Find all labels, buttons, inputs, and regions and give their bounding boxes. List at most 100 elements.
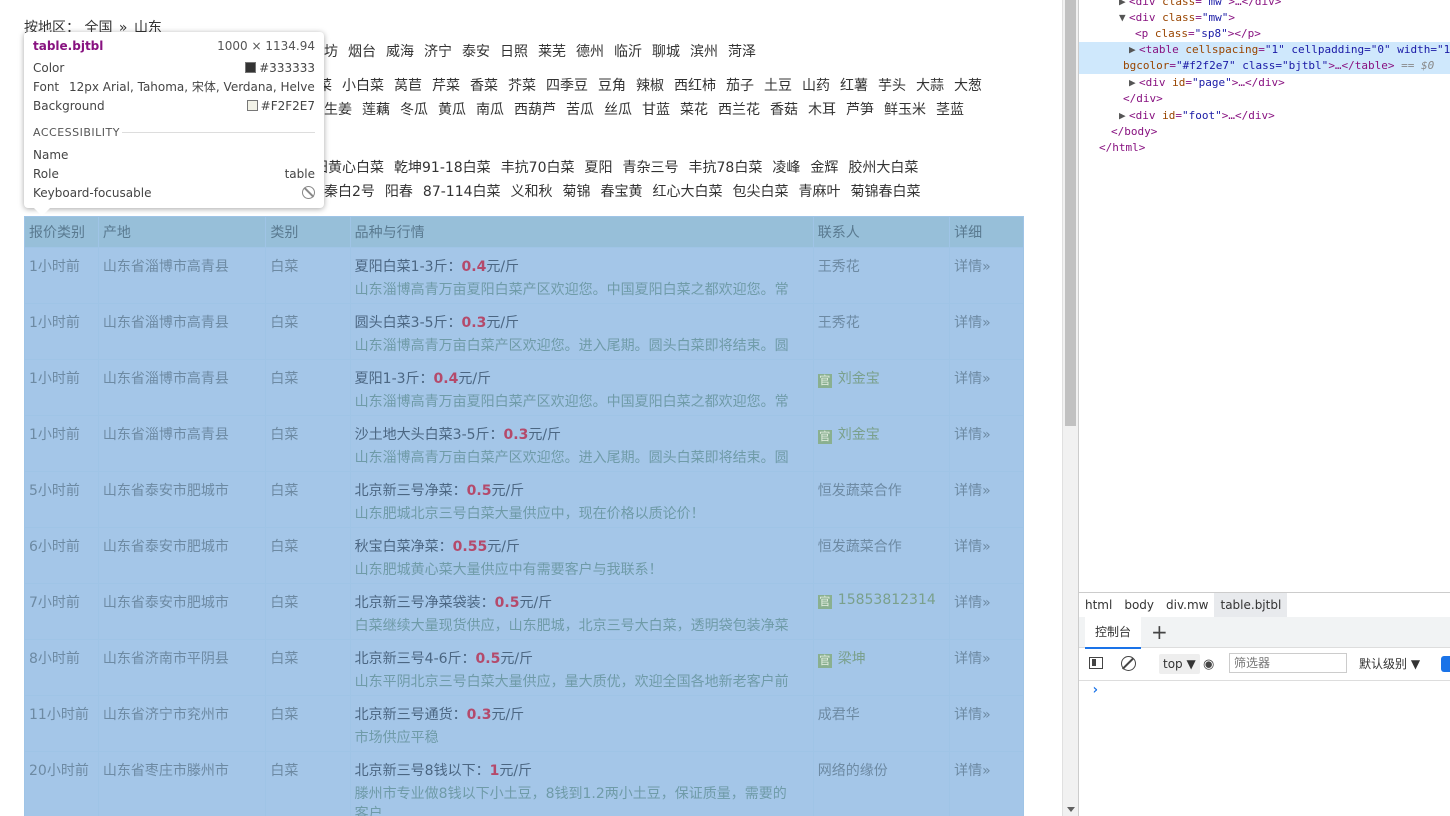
variety-name[interactable]: 北京新三号8钱以下：: [355, 763, 490, 779]
variety-link[interactable]: 夏阳: [585, 160, 613, 176]
vegetable-link[interactable]: 芹菜: [432, 78, 460, 94]
vegetable-link[interactable]: 豆角: [598, 78, 626, 94]
scrollbar-thumb[interactable]: [1065, 0, 1076, 426]
variety-description[interactable]: 滕州市专业做8钱以下小土豆，8钱到1.2两小土豆，保证质量，需要的客户: [355, 783, 791, 816]
contact-name[interactable]: 15853812314: [838, 592, 936, 608]
variety-title[interactable]: 圆头白菜3-5斤：0.3元/斤: [355, 312, 809, 332]
log-levels-dropdown[interactable]: 默认级别 ▼: [1359, 654, 1420, 674]
vegetable-link[interactable]: 西兰花: [718, 102, 760, 118]
variety-description[interactable]: 市场供应平稳: [355, 727, 791, 747]
console-prompt-icon[interactable]: ›: [1091, 682, 1099, 698]
detail-link[interactable]: 详情»: [954, 651, 991, 667]
expand-triangle-icon[interactable]: ▶: [1119, 108, 1129, 124]
city-link[interactable]: 滨州: [690, 44, 718, 60]
vegetable-link[interactable]: 莲藕: [362, 102, 390, 118]
variety-name[interactable]: 沙土地大头白菜3-5斤：: [355, 427, 504, 443]
variety-link[interactable]: 菊锦春白菜: [851, 184, 921, 200]
dom-node-line[interactable]: </div>: [1079, 91, 1450, 107]
vegetable-link[interactable]: 土豆: [764, 78, 792, 94]
scroll-down-arrow-icon[interactable]: [1067, 807, 1075, 812]
variety-description[interactable]: 山东肥城北京三号白菜大量供应中，现在价格以质论价！: [355, 503, 791, 523]
detail-link[interactable]: 详情»: [954, 707, 991, 723]
detail-link[interactable]: 详情»: [954, 315, 991, 331]
variety-name[interactable]: 夏阳白菜1-3斤：: [355, 259, 462, 275]
issues-icon[interactable]: [1441, 656, 1450, 672]
variety-title[interactable]: 北京新三号4-6斤：0.5元/斤: [355, 648, 809, 668]
dom-node-line[interactable]: ▶ <div id="page">…</div>: [1079, 75, 1450, 91]
city-link[interactable]: 威海: [386, 44, 414, 60]
breadcrumb-item[interactable]: table.bjtbl: [1214, 593, 1288, 617]
vegetable-link[interactable]: 莴苣: [394, 78, 422, 94]
variety-description[interactable]: 山东淄博高青万亩夏阳白菜产区欢迎您。中国夏阳白菜之都欢迎您。常: [355, 279, 791, 299]
variety-name[interactable]: 北京新三号净菜袋装：: [355, 595, 495, 611]
vegetable-link[interactable]: 芥菜: [508, 78, 536, 94]
vegetable-link[interactable]: 木耳: [808, 102, 836, 118]
variety-link[interactable]: 乾坤91-18白菜: [394, 160, 491, 176]
contact-name[interactable]: 刘金宝: [838, 427, 880, 443]
vegetable-link[interactable]: 甘蓝: [642, 102, 670, 118]
vegetable-link[interactable]: 生姜: [324, 102, 352, 118]
city-link[interactable]: 菏泽: [728, 44, 756, 60]
variety-name[interactable]: 北京新三号净菜：: [355, 483, 467, 499]
dom-node-line[interactable]: <p class="sp8"></p>: [1079, 26, 1450, 42]
vegetable-link[interactable]: 菜花: [680, 102, 708, 118]
city-link[interactable]: 烟台: [348, 44, 376, 60]
vegetable-link[interactable]: 香菇: [770, 102, 798, 118]
vegetable-link[interactable]: 南瓜: [476, 102, 504, 118]
variety-link[interactable]: 红心大白菜: [653, 184, 723, 200]
expand-triangle-icon[interactable]: ▶: [1129, 75, 1139, 91]
dom-node-line[interactable]: </body>: [1079, 124, 1450, 140]
vegetable-link[interactable]: 山药: [802, 78, 830, 94]
breadcrumb-item[interactable]: div.mw: [1160, 593, 1214, 617]
variety-link[interactable]: 秦白2号: [324, 184, 375, 200]
variety-description[interactable]: 白菜继续大量现货供应，山东肥城，北京三号大白菜，透明袋包装净菜: [355, 615, 791, 635]
sidebar-toggle-icon[interactable]: [1089, 657, 1103, 669]
city-link[interactable]: 聊城: [652, 44, 680, 60]
variety-name[interactable]: 北京新三号通货：: [355, 707, 467, 723]
city-link[interactable]: 泰安: [462, 44, 490, 60]
dom-node-line[interactable]: ▼ <div class="mw">: [1079, 10, 1450, 26]
variety-name[interactable]: 夏阳1-3斤：: [355, 371, 434, 387]
context-selector[interactable]: top ▼: [1159, 654, 1200, 674]
variety-title[interactable]: 北京新三号8钱以下：1元/斤: [355, 760, 809, 780]
variety-link[interactable]: 菊锦: [563, 184, 591, 200]
dom-node-line[interactable]: ▶ <div class="mw">…</div>: [1079, 0, 1450, 10]
city-link[interactable]: 济宁: [424, 44, 452, 60]
city-link[interactable]: 日照: [500, 44, 528, 60]
variety-link[interactable]: 丰抗78白菜: [689, 160, 763, 176]
variety-title[interactable]: 夏阳白菜1-3斤：0.4元/斤: [355, 256, 809, 276]
variety-title[interactable]: 沙土地大头白菜3-5斤：0.3元/斤: [355, 424, 809, 444]
variety-link[interactable]: 阳春: [385, 184, 413, 200]
dom-node-line[interactable]: </html>: [1079, 140, 1450, 156]
expand-triangle-icon[interactable]: ▶: [1129, 42, 1139, 58]
variety-name[interactable]: 秋宝白菜净菜：: [355, 539, 453, 555]
variety-description[interactable]: 山东淄博高青万亩夏阳白菜产区欢迎您。中国夏阳白菜之都欢迎您。常: [355, 391, 791, 411]
live-expression-eye-icon[interactable]: ◉: [1203, 657, 1214, 672]
variety-title[interactable]: 北京新三号通货：0.3元/斤: [355, 704, 809, 724]
vegetable-link[interactable]: 鲜玉米: [884, 102, 926, 118]
vegetable-link[interactable]: 丝瓜: [604, 102, 632, 118]
detail-link[interactable]: 详情»: [954, 259, 991, 275]
variety-link[interactable]: 阳黄心白菜: [314, 160, 384, 176]
variety-link[interactable]: 包尖白菜: [733, 184, 789, 200]
detail-link[interactable]: 详情»: [954, 763, 991, 779]
variety-link[interactable]: 青麻叶: [799, 184, 841, 200]
city-link[interactable]: 临沂: [614, 44, 642, 60]
vegetable-link[interactable]: 黄瓜: [438, 102, 466, 118]
city-link[interactable]: 德州: [576, 44, 604, 60]
vegetable-link[interactable]: 苦瓜: [566, 102, 594, 118]
variety-link[interactable]: 胶州大白菜: [848, 160, 918, 176]
add-tab-icon[interactable]: +: [1151, 619, 1168, 645]
contact-name[interactable]: 梁坤: [838, 651, 866, 667]
variety-description[interactable]: 山东肥城黄心菜大量供应中有需要客户与我联系！: [355, 559, 791, 579]
variety-link[interactable]: 金辉: [810, 160, 838, 176]
vegetable-link[interactable]: 小白菜: [342, 78, 384, 94]
breadcrumb-item[interactable]: body: [1118, 593, 1160, 617]
variety-description[interactable]: 山东淄博高青万亩白菜产区欢迎您。进入尾期。圆头白菜即将结束。圆: [355, 447, 791, 467]
expand-triangle-icon[interactable]: ▶: [1119, 0, 1129, 10]
variety-name[interactable]: 北京新三号4-6斤：: [355, 651, 476, 667]
tab-console[interactable]: 控制台: [1085, 617, 1142, 649]
variety-title[interactable]: 夏阳1-3斤：0.4元/斤: [355, 368, 809, 388]
vegetable-link[interactable]: 大蒜: [916, 78, 944, 94]
detail-link[interactable]: 详情»: [954, 539, 991, 555]
